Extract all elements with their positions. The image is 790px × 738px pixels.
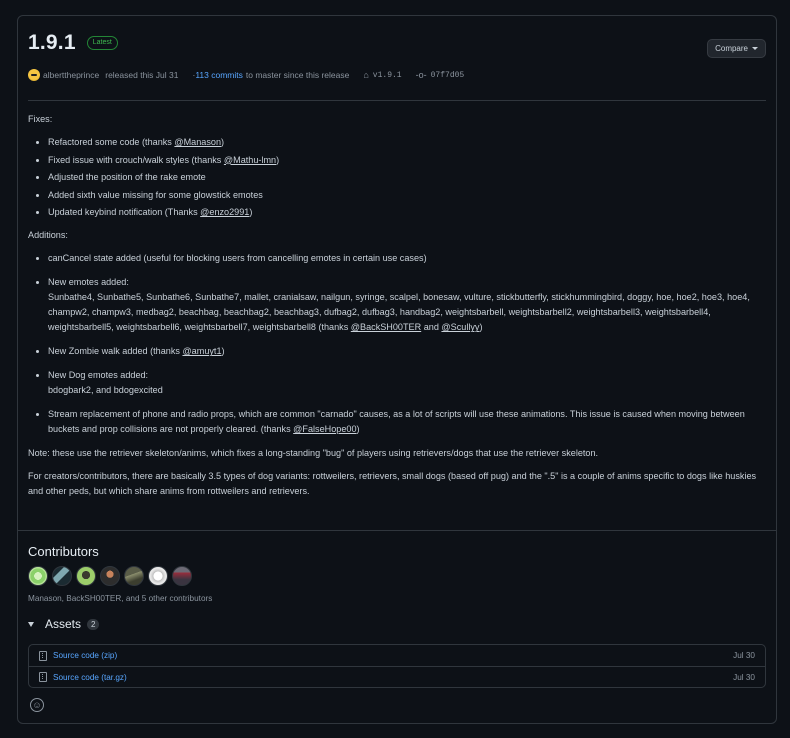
list-item: canCancel state added (useful for blocki… — [48, 251, 768, 266]
avatar[interactable] — [172, 566, 192, 586]
release-header: 1.9.1 Latest Compare alberttheprince rel… — [28, 30, 766, 81]
list-item: Stream replacement of phone and radio pr… — [48, 407, 768, 437]
section-divider — [18, 530, 776, 531]
author-avatar[interactable] — [28, 69, 40, 81]
header-divider — [28, 100, 766, 101]
chevron-down-icon — [752, 47, 758, 50]
mention-link[interactable]: @amuyt1 — [182, 346, 221, 356]
mention-link[interactable]: @FalseHope00 — [293, 424, 356, 434]
mention-link[interactable]: @Manason — [174, 137, 221, 147]
commit-hash-link[interactable]: 07f7d05 — [431, 71, 465, 80]
latest-badge: Latest — [86, 36, 118, 50]
avatar[interactable] — [52, 566, 72, 586]
asset-link[interactable]: Source code (tar.gz) — [53, 673, 127, 682]
assets-toggle[interactable]: Assets 2 — [28, 617, 100, 631]
compare-label: Compare — [715, 44, 748, 53]
creators-paragraph: For creators/contributors, there are bas… — [28, 471, 757, 497]
list-item: New emotes added: Sunbathe4, Sunbathe5, … — [48, 275, 768, 335]
fixes-heading: Fixes: — [28, 114, 53, 124]
mention-link[interactable]: @Mathu-lmn — [224, 155, 276, 165]
list-item: New Dog emotes added: bdogbark2, and bdo… — [48, 368, 768, 398]
release-version[interactable]: 1.9.1 — [28, 31, 76, 55]
add-reaction-button[interactable]: ☺ — [30, 698, 44, 712]
release-notes: Fixes: Refactored some code (thanks @Man… — [28, 112, 768, 507]
assets-list: Source code (zip) Jul 30 Source code (ta… — [28, 644, 766, 688]
avatar[interactable] — [76, 566, 96, 586]
avatar[interactable] — [100, 566, 120, 586]
asset-row[interactable]: Source code (zip) Jul 30 — [29, 645, 765, 666]
commits-text: to master since this release — [245, 70, 350, 80]
additions-heading: Additions: — [28, 230, 68, 241]
asset-date: Jul 30 — [733, 672, 755, 682]
avatar[interactable] — [148, 566, 168, 586]
avatar[interactable] — [124, 566, 144, 586]
list-item: New Zombie walk added (thanks @amuyt1) — [48, 344, 768, 359]
contributors-heading: Contributors — [28, 544, 99, 559]
release-card: 1.9.1 Latest Compare alberttheprince rel… — [17, 15, 777, 724]
mention-link[interactable]: @BackSH00TER — [351, 322, 421, 332]
additions-list: canCancel state added (useful for blocki… — [48, 251, 768, 437]
commit-icon: -o- — [415, 70, 427, 80]
commits-link[interactable]: 113 commits — [195, 70, 243, 80]
mention-link[interactable]: @enzo2991 — [200, 207, 249, 217]
assets-heading: Assets — [45, 617, 82, 631]
list-item: Fixed issue with crouch/walk styles (tha… — [48, 153, 768, 168]
list-item: Updated keybind notification (Thanks @en… — [48, 205, 768, 220]
asset-date: Jul 30 — [733, 651, 755, 660]
list-item: Added sixth value missing for some glows… — [48, 188, 768, 203]
asset-link[interactable]: Source code (zip) — [53, 651, 117, 660]
note-paragraph: Note: these use the retriever skeleton/a… — [28, 448, 599, 459]
title-row: 1.9.1 Latest — [28, 30, 766, 56]
assets-count-badge: 2 — [87, 618, 100, 630]
file-zip-icon — [39, 650, 47, 661]
list-item: Adjusted the position of the rake emote — [48, 170, 768, 185]
file-zip-icon — [39, 672, 47, 682]
tag-link[interactable]: v1.9.1 — [373, 71, 402, 80]
contributor-avatars — [28, 566, 192, 586]
released-text: released this Jul 31 — [105, 70, 179, 80]
asset-row[interactable]: Source code (tar.gz) Jul 30 — [29, 666, 765, 687]
contributor-names: Manason, BackSH00TER, and 5 other contri… — [28, 594, 213, 603]
release-meta: alberttheprince released this Jul 31 · 1… — [28, 69, 766, 81]
author-link[interactable]: alberttheprince — [43, 70, 99, 80]
list-item: Refactored some code (thanks @Manason) — [48, 135, 768, 150]
triangle-down-icon — [28, 621, 34, 627]
avatar[interactable] — [28, 566, 48, 586]
fixes-list: Refactored some code (thanks @Manason) F… — [48, 135, 768, 220]
smiley-icon: ☺ — [32, 699, 42, 710]
compare-button[interactable]: Compare — [707, 39, 766, 58]
tag-icon: ⌂ — [363, 70, 369, 80]
mention-link[interactable]: @Scullyy — [441, 322, 479, 332]
